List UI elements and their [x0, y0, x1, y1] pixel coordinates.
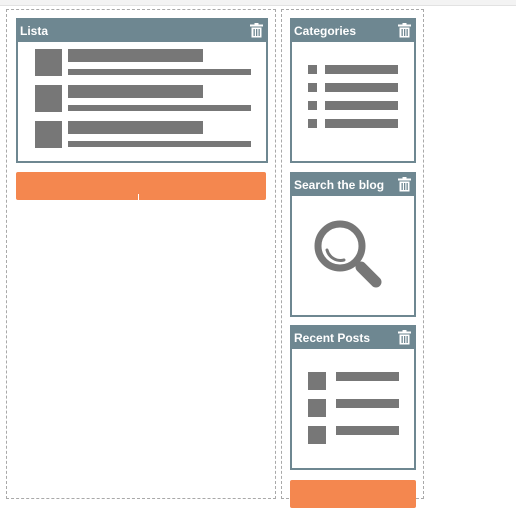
widget-recent-posts-header[interactable]: Recent Posts [292, 327, 414, 349]
bullet [308, 119, 317, 128]
post-thumbnail [308, 399, 326, 417]
category-line [325, 83, 398, 92]
post-line [336, 372, 399, 381]
list-text-line [68, 141, 251, 147]
list-title-line [68, 121, 203, 134]
add-widget-marker [138, 194, 139, 200]
widget-categories-header[interactable]: Categories [292, 20, 414, 42]
list-thumbnail [35, 85, 62, 112]
widget-recent-posts[interactable]: Recent Posts [290, 325, 416, 470]
category-line [325, 119, 398, 128]
post-thumbnail [308, 426, 326, 444]
list-title-line [68, 49, 203, 62]
bullet [308, 83, 317, 92]
list-thumbnail [35, 121, 62, 148]
category-line [325, 65, 398, 74]
trash-icon[interactable] [398, 330, 411, 345]
trash-icon[interactable] [398, 23, 411, 38]
widget-search-header[interactable]: Search the blog [292, 174, 414, 196]
widget-lista[interactable]: Lista [16, 18, 268, 163]
widget-lista-preview [18, 42, 266, 161]
list-text-line [68, 105, 251, 111]
list-thumbnail [35, 49, 62, 76]
widget-categories-title: Categories [294, 24, 357, 38]
search-preview [292, 196, 414, 315]
bullet [308, 101, 317, 110]
widget-lista-header[interactable]: Lista [18, 20, 266, 42]
trash-icon[interactable] [250, 23, 263, 38]
list-title-line [68, 85, 203, 98]
widget-lista-title: Lista [20, 24, 49, 38]
post-line [336, 399, 399, 408]
add-widget-bar[interactable] [290, 480, 416, 508]
recent-posts-preview [292, 349, 414, 468]
list-text-line [68, 69, 251, 75]
category-list-preview [292, 42, 414, 161]
category-line [325, 101, 398, 110]
add-widget-bar[interactable] [16, 172, 266, 200]
bullet [308, 65, 317, 74]
right-column-dropzone[interactable]: Categories Search the blog Recent Posts [281, 9, 424, 508]
trash-icon[interactable] [398, 177, 411, 192]
widget-recent-posts-title: Recent Posts [294, 331, 371, 345]
widget-search-title: Search the blog [294, 178, 385, 192]
post-thumbnail [308, 372, 326, 390]
top-scroll-strip [0, 0, 516, 6]
widget-categories[interactable]: Categories [290, 18, 416, 163]
post-line [336, 426, 399, 435]
widget-search[interactable]: Search the blog [290, 172, 416, 317]
left-column-dropzone[interactable]: Lista [6, 9, 276, 499]
magnifier-icon [314, 220, 382, 288]
